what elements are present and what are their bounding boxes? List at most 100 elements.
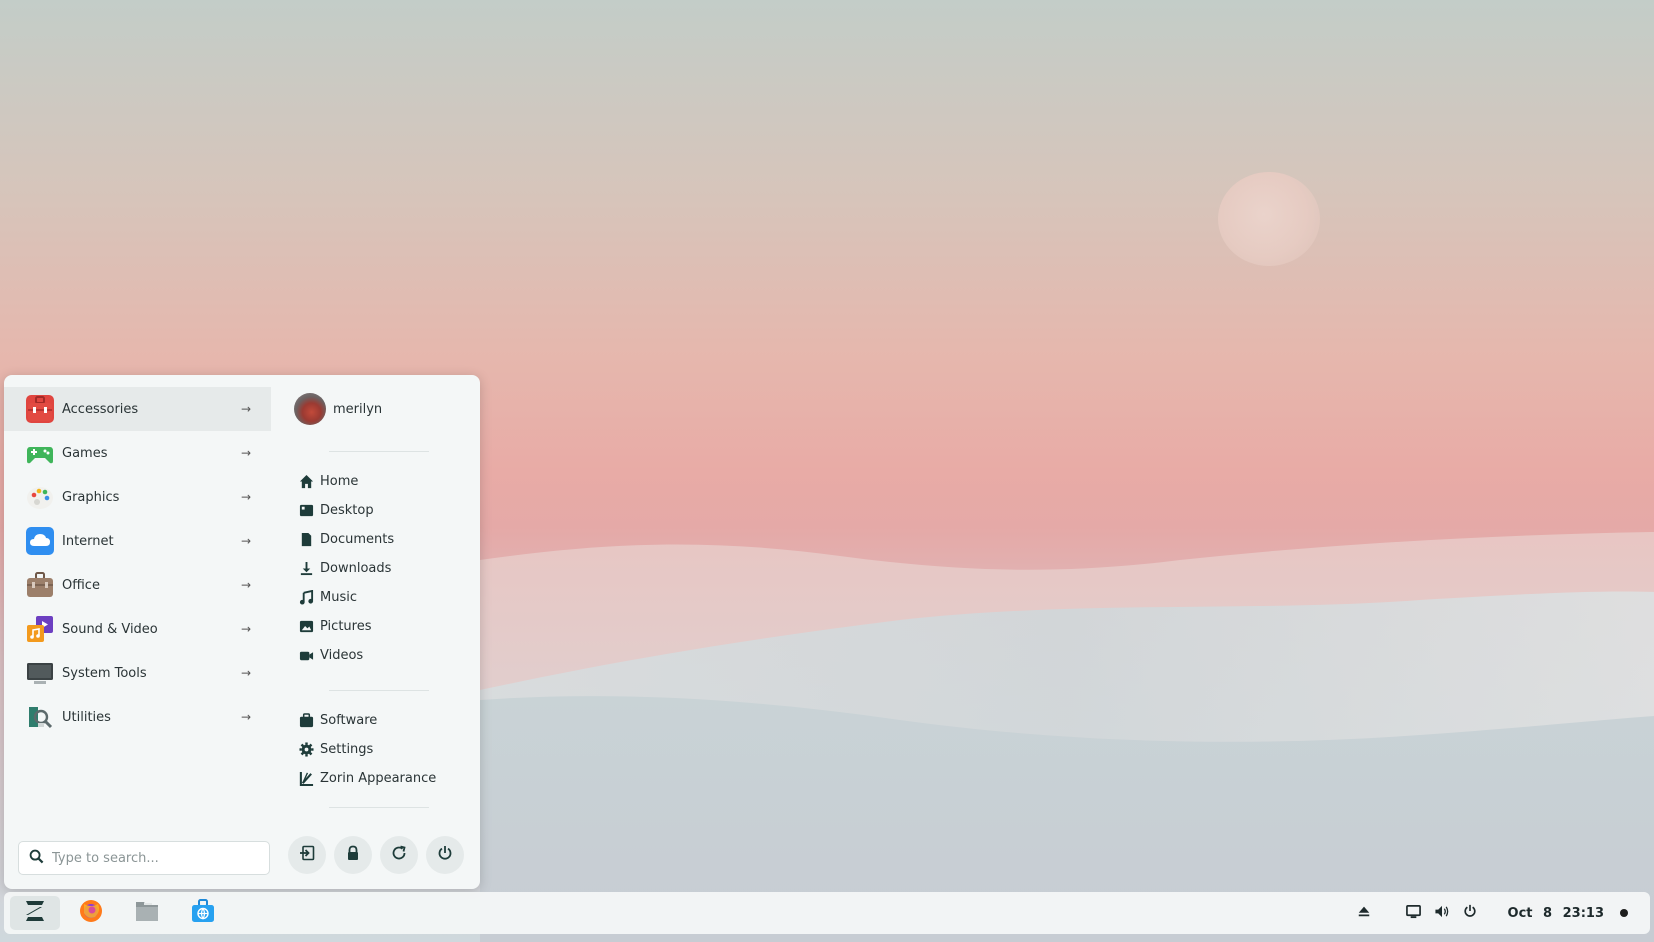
internet-icon <box>26 527 54 555</box>
session-actions <box>288 836 464 874</box>
place-label: Documents <box>320 532 395 547</box>
restart-button[interactable] <box>380 836 418 874</box>
software-icon <box>298 713 314 729</box>
documents-icon <box>298 532 314 548</box>
category-system-tools[interactable]: System Tools → <box>4 651 271 695</box>
place-label: Pictures <box>320 619 372 634</box>
user-name: merilyn <box>333 401 383 417</box>
system-label: Zorin Appearance <box>320 771 437 786</box>
start-menu: Accessories → Games → Graphics → Interne… <box>4 375 480 889</box>
graphics-icon <box>26 483 54 511</box>
divider <box>329 690 429 691</box>
taskbar: Oct 8 23:13 <box>4 892 1650 934</box>
search-icon <box>29 849 44 868</box>
place-label: Videos <box>320 648 364 663</box>
place-videos[interactable]: Videos <box>284 641 474 670</box>
place-documents[interactable]: Documents <box>284 525 474 554</box>
divider <box>329 451 429 452</box>
music-icon <box>298 590 314 606</box>
files-icon <box>134 899 160 927</box>
system-software[interactable]: Software <box>284 706 474 735</box>
category-list: Accessories → Games → Graphics → Interne… <box>4 387 271 739</box>
place-label: Desktop <box>320 503 374 518</box>
power-icon <box>437 845 453 865</box>
power-icon <box>1463 904 1477 922</box>
clock[interactable]: Oct 8 23:13 <box>1508 906 1604 921</box>
arrow-right-icon: → <box>240 666 251 680</box>
place-home[interactable]: Home <box>284 467 474 496</box>
category-label: Accessories <box>62 401 139 417</box>
places-column: merilyn Home Desktop Documents Downloads <box>284 387 474 808</box>
arrow-right-icon: → <box>240 490 251 504</box>
category-accessories[interactable]: Accessories → <box>4 387 271 431</box>
category-graphics[interactable]: Graphics → <box>4 475 271 519</box>
restart-icon <box>391 845 407 865</box>
firefox-launcher[interactable] <box>66 896 116 930</box>
lock-icon <box>345 845 361 865</box>
category-utilities[interactable]: Utilities → <box>4 695 271 739</box>
files-launcher[interactable] <box>122 896 172 930</box>
sound-video-icon <box>26 615 54 643</box>
eject-icon <box>1357 904 1371 922</box>
log-out-icon <box>299 845 315 865</box>
lock-button[interactable] <box>334 836 372 874</box>
system-zorin-appearance[interactable]: Zorin Appearance <box>284 764 474 793</box>
category-games[interactable]: Games → <box>4 431 271 475</box>
power-menu-button[interactable] <box>1456 899 1484 927</box>
arrow-right-icon: → <box>240 402 251 416</box>
system-list: Software Settings Zorin Appearance <box>284 706 474 793</box>
divider <box>329 807 429 808</box>
place-desktop[interactable]: Desktop <box>284 496 474 525</box>
software-store-launcher[interactable] <box>178 896 228 930</box>
volume-icon <box>1434 904 1450 923</box>
arrow-right-icon: → <box>240 622 251 636</box>
arrow-right-icon: → <box>240 710 251 724</box>
log-out-button[interactable] <box>288 836 326 874</box>
zorin-appearance-icon <box>298 771 314 787</box>
category-label: Graphics <box>62 489 120 505</box>
category-label: Sound & Video <box>62 621 158 637</box>
system-settings[interactable]: Settings <box>284 735 474 764</box>
clock-date: Oct 8 <box>1507 905 1553 921</box>
zorin-menu-button[interactable] <box>10 896 60 930</box>
places-list: Home Desktop Documents Downloads Music P… <box>284 467 474 670</box>
power-off-button[interactable] <box>426 836 464 874</box>
arrow-right-icon: → <box>240 578 251 592</box>
eject-button[interactable] <box>1350 899 1378 927</box>
desktop-icon <box>298 503 314 519</box>
office-icon <box>26 571 54 599</box>
category-internet[interactable]: Internet → <box>4 519 271 563</box>
pictures-icon <box>298 619 314 635</box>
place-label: Home <box>320 474 359 489</box>
category-label: Office <box>62 577 100 593</box>
arrow-right-icon: → <box>240 446 251 460</box>
system-tray: Oct 8 23:13 <box>1350 892 1650 934</box>
category-sound-video[interactable]: Sound & Video → <box>4 607 271 651</box>
firefox-icon <box>78 898 104 928</box>
user-account-button[interactable]: merilyn <box>284 387 474 431</box>
system-label: Settings <box>320 742 374 757</box>
system-tools-icon <box>26 659 54 687</box>
games-icon <box>26 439 54 467</box>
accessories-icon <box>26 395 54 423</box>
place-music[interactable]: Music <box>284 583 474 612</box>
clock-time: 23:13 <box>1562 905 1604 921</box>
category-office[interactable]: Office → <box>4 563 271 607</box>
search-input[interactable] <box>52 850 252 866</box>
notification-dot-icon[interactable] <box>1620 909 1628 917</box>
category-label: Internet <box>62 533 114 549</box>
home-icon <box>298 474 314 490</box>
search-box[interactable] <box>18 841 270 875</box>
category-label: Games <box>62 445 108 461</box>
category-label: System Tools <box>62 665 147 681</box>
settings-icon <box>298 742 314 758</box>
system-label: Software <box>320 713 378 728</box>
volume-indicator[interactable] <box>1428 899 1456 927</box>
utilities-icon <box>26 703 54 731</box>
display-icon <box>1406 904 1421 923</box>
place-downloads[interactable]: Downloads <box>284 554 474 583</box>
place-pictures[interactable]: Pictures <box>284 612 474 641</box>
display-indicator[interactable] <box>1400 899 1428 927</box>
place-label: Music <box>320 590 357 605</box>
videos-icon <box>298 648 314 664</box>
